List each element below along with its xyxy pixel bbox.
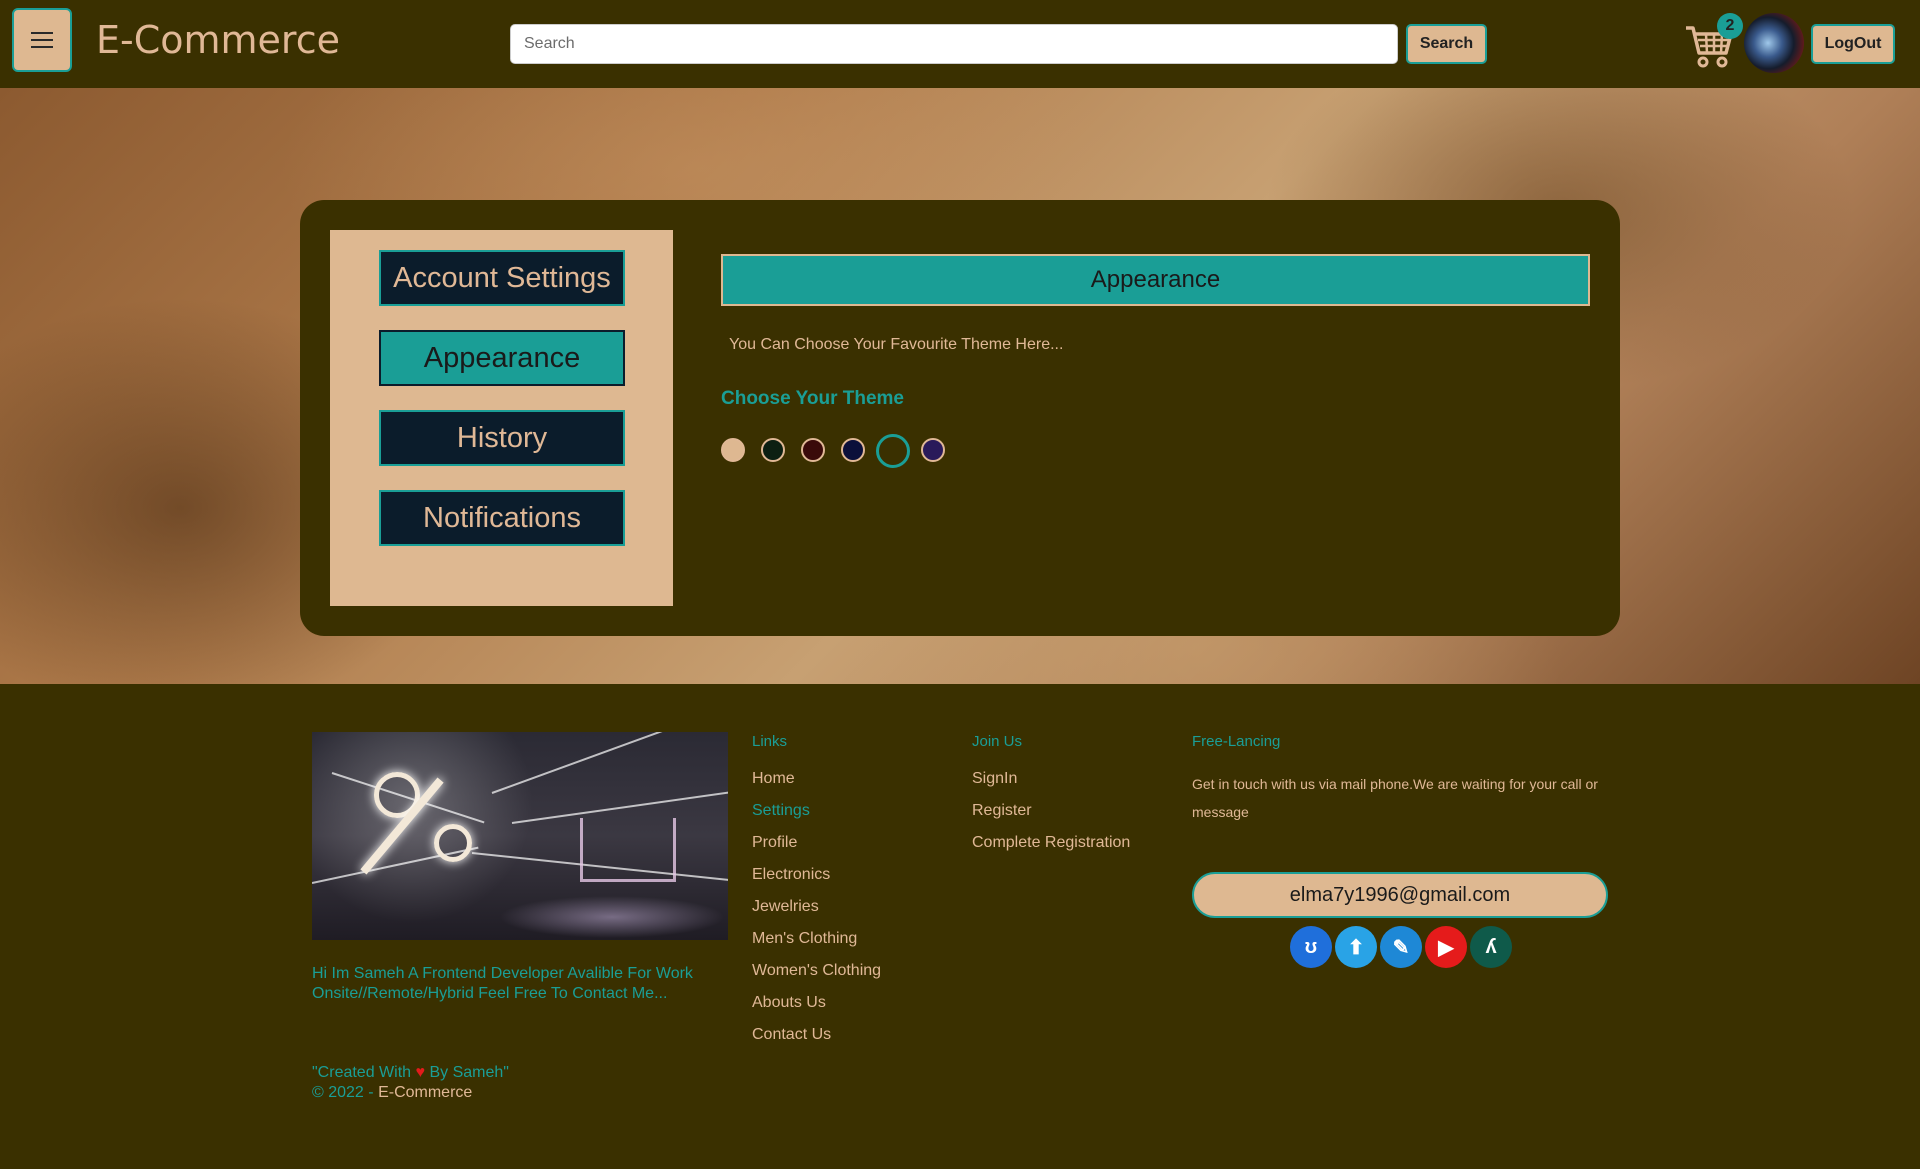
contact-email[interactable]: elma7y1996@gmail.com	[1192, 872, 1608, 918]
appearance-tab[interactable]: Appearance	[379, 330, 625, 386]
logout-button[interactable]: LogOut	[1811, 24, 1895, 64]
freelance-column-title: Free-Lancing	[1192, 733, 1281, 750]
theme-swatch-1[interactable]	[721, 438, 745, 462]
upwork-icon[interactable]: ʊ	[1290, 926, 1332, 968]
copyright-prefix: © 2022 -	[312, 1084, 374, 1101]
footer-link-profile[interactable]: Profile	[752, 832, 881, 864]
freelance-text: Get in touch with us via mail phone.We a…	[1192, 776, 1598, 820]
footer-link-jewelries[interactable]: Jewelries	[752, 896, 881, 928]
footer-join-link-register[interactable]: Register	[972, 800, 1130, 832]
section-description: You Can Choose Your Favourite Theme Here…	[729, 336, 1064, 353]
search-button[interactable]: Search	[1406, 24, 1487, 64]
theme-swatch-4[interactable]	[841, 438, 865, 462]
footer-join-link-complete-registration[interactable]: Complete Registration	[972, 832, 1130, 864]
credit-suffix: By Sameh"	[429, 1064, 509, 1081]
footer-link-abouts-us[interactable]: Abouts Us	[752, 992, 881, 1024]
mostaql-icon[interactable]: ✎	[1380, 926, 1422, 968]
youtube-icon[interactable]: ▶	[1425, 926, 1467, 968]
footer-link-settings[interactable]: Settings	[752, 800, 881, 832]
footer-link-women-s-clothing[interactable]: Women's Clothing	[752, 960, 881, 992]
hamburger-icon	[31, 31, 53, 49]
hamburger-menu-button[interactable]	[12, 8, 72, 72]
search-input[interactable]	[510, 24, 1398, 64]
heart-icon: ♥	[415, 1064, 426, 1081]
theme-swatch-3[interactable]	[801, 438, 825, 462]
footer-join-list: SignIn Register Complete Registration	[972, 768, 1130, 864]
history-tab[interactable]: History	[379, 410, 625, 466]
footer-links-list: Home Settings Profile Electronics Jewelries M…	[752, 768, 881, 1056]
account-settings-tab[interactable]: Account Settings	[379, 250, 625, 306]
user-avatar[interactable]	[1744, 13, 1804, 73]
footer-credit: "Created With ♥ By Sameh"	[312, 1064, 509, 1082]
footer-bio: Hi Im Sameh A Frontend Developer Avalibl…	[312, 965, 693, 1002]
copyright-brand-link[interactable]: E-Commerce	[378, 1084, 472, 1101]
footer-link-electronics[interactable]: Electronics	[752, 864, 881, 896]
cart-count-badge: 2	[1717, 13, 1743, 39]
top-navbar: E-Commerce Search 2 LogOut	[0, 0, 1920, 88]
footer-link-home[interactable]: Home	[752, 768, 881, 800]
freelancer-icon[interactable]: ⬆	[1335, 926, 1377, 968]
links-column-title: Links	[752, 733, 788, 750]
theme-swatch-2[interactable]	[761, 438, 785, 462]
brand-logo-text[interactable]: E-Commerce	[96, 18, 340, 62]
footer-link-men-s-clothing[interactable]: Men's Clothing	[752, 928, 881, 960]
join-column-title: Join Us	[972, 733, 1023, 750]
khamsat-icon[interactable]: ʎ	[1470, 926, 1512, 968]
theme-swatch-5[interactable]	[876, 434, 910, 468]
notifications-tab[interactable]: Notifications	[379, 490, 625, 546]
footer-copyright: © 2022 - E-Commerce	[312, 1084, 472, 1102]
footer-link-contact-us[interactable]: Contact Us	[752, 1024, 881, 1056]
footer-join-link-signin[interactable]: SignIn	[972, 768, 1130, 800]
credit-prefix: "Created With	[312, 1064, 412, 1081]
footer-promo-image	[312, 732, 728, 940]
choose-theme-label: Choose Your Theme	[721, 388, 904, 409]
theme-swatch-6[interactable]	[921, 438, 945, 462]
section-title: Appearance	[721, 254, 1590, 306]
